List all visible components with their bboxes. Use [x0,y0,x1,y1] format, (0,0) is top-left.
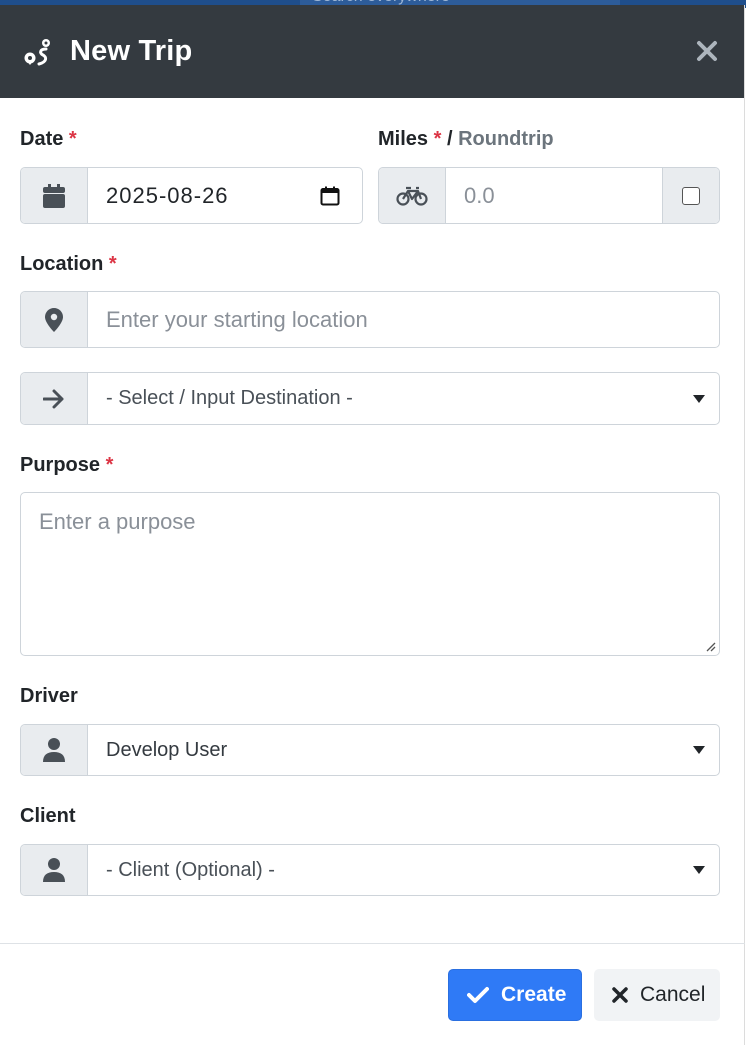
start-location-field[interactable]: Enter your starting location [20,291,720,348]
close-icon[interactable] [696,40,718,62]
bicycle-icon [396,186,428,206]
date-value: 2025-08-26 [106,182,229,208]
modal-title: New Trip [70,35,193,67]
start-location-addon [21,292,88,347]
check-icon [467,987,489,1003]
chevron-down-icon [693,394,705,403]
x-icon [612,987,628,1003]
start-location-input[interactable]: Enter your starting location [88,292,719,347]
user-icon [43,738,65,762]
calendar-icon [43,183,65,208]
driver-select[interactable]: Develop User [20,724,720,776]
miles-label: Miles * / Roundtrip [378,128,554,150]
client-addon [21,845,88,895]
user-icon [43,858,65,882]
new-trip-modal: New Trip Date * 2025-08-26 Miles * / Rou… [0,5,745,1045]
driver-addon [21,725,88,775]
miles-addon [379,168,446,223]
chevron-down-icon [693,866,705,874]
client-select[interactable]: - Client (Optional) - [20,844,720,896]
roundtrip-addon [662,168,719,223]
miles-field[interactable]: 0.0 [378,167,720,224]
date-addon [21,168,88,223]
client-input[interactable]: - Client (Optional) - [88,845,719,895]
create-button[interactable]: Create [448,969,582,1021]
location-label: Location * [20,253,117,275]
date-label: Date * [20,128,77,150]
date-field[interactable]: 2025-08-26 [20,167,363,224]
map-marker-icon [45,307,63,332]
client-label: Client [20,805,76,827]
cancel-button[interactable]: Cancel [594,969,720,1021]
modal-footer: Create Cancel [0,943,745,1045]
purpose-label: Purpose * [20,454,114,476]
modal-header: New Trip [0,5,744,98]
driver-input[interactable]: Develop User [88,725,719,775]
purpose-textarea[interactable]: Enter a purpose [20,492,720,656]
miles-input[interactable]: 0.0 [446,168,662,223]
destination-addon [21,373,88,424]
roundtrip-label: Roundtrip [458,128,554,150]
destination-select[interactable]: - Select / Input Destination - [20,372,720,425]
chevron-down-icon [693,746,705,754]
resize-grip-icon[interactable] [704,640,716,652]
route-icon [24,38,50,65]
driver-label: Driver [20,685,78,707]
roundtrip-checkbox[interactable] [682,186,700,205]
destination-input[interactable]: - Select / Input Destination - [88,373,719,424]
calendar-picker-icon[interactable] [320,186,340,206]
arrow-right-icon [43,389,64,408]
date-input[interactable]: 2025-08-26 [88,168,362,223]
